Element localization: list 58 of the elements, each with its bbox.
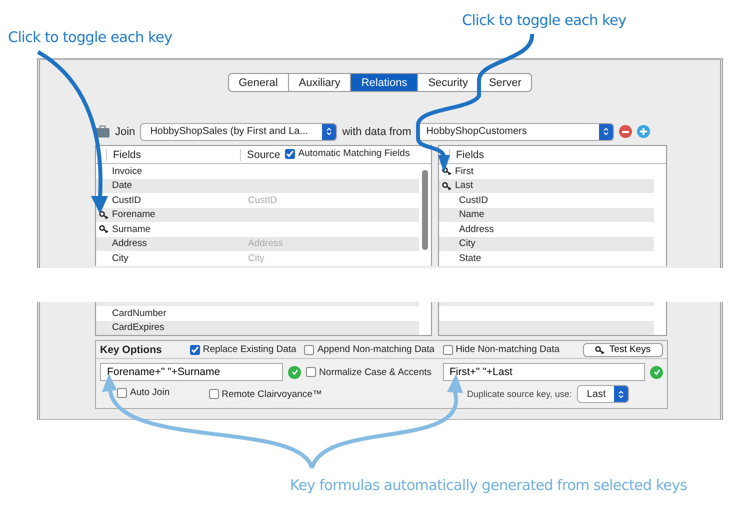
join-label: Join <box>115 126 136 138</box>
field-name: Address <box>112 238 148 250</box>
checkbox[interactable]: Auto Join <box>117 387 170 398</box>
field-name: Forename <box>112 209 156 220</box>
key-icon[interactable] <box>99 225 109 234</box>
add-icon[interactable] <box>637 125 650 138</box>
field-name: CustID <box>112 194 142 206</box>
section-title: Key Options <box>100 344 162 356</box>
checkbox[interactable]: Replace Existing Data <box>190 344 296 355</box>
column-header: Fields <box>106 148 240 160</box>
tab[interactable]: General <box>228 73 289 92</box>
key-icon[interactable] <box>595 346 606 354</box>
checkmark-icon <box>286 150 294 158</box>
duplicate-select[interactable]: Last <box>576 385 629 403</box>
callout-text: Click to toggle each key <box>462 13 626 29</box>
source-field: Address <box>248 238 283 250</box>
field-name: Last <box>455 180 473 192</box>
field-name: City <box>459 238 476 250</box>
field-name: CardExpires <box>112 322 166 334</box>
tab[interactable]: Relations <box>351 73 418 92</box>
source-field: CustID <box>248 194 278 206</box>
field-name: First <box>455 166 474 177</box>
duplicate-key-label: Duplicate source key, use: <box>466 389 572 399</box>
checkbox[interactable]: Hide Non-matching Data <box>442 344 560 355</box>
tab[interactable]: Server <box>478 73 532 92</box>
checkbox[interactable]: Remote Clairvoyance™ <box>208 388 322 400</box>
remove-icon[interactable] <box>619 125 632 138</box>
field-name: Name <box>459 209 484 220</box>
callout-text: Click to toggle each key <box>8 30 172 46</box>
field-name: Invoice <box>112 166 144 177</box>
key-icon[interactable] <box>99 210 109 219</box>
checkbox[interactable]: Automatic Matching Fields <box>285 148 410 160</box>
tab[interactable]: Security <box>418 73 479 92</box>
column-header: Source <box>240 148 280 160</box>
formula-field[interactable]: Forename+" "+Surname <box>100 363 284 381</box>
field-name: CardNumber <box>112 308 168 319</box>
checkmark-icon <box>190 346 199 354</box>
scrollbar[interactable] <box>422 170 428 250</box>
field-name: CustID <box>459 194 488 206</box>
field-name: State <box>459 252 482 264</box>
stepper-icon[interactable] <box>614 386 628 402</box>
key-icon[interactable] <box>442 182 452 190</box>
callout-text: Key formulas automatically generated from selected keys <box>290 478 688 494</box>
checkbox[interactable]: Normalize Case & Accents <box>306 366 432 378</box>
field-name: Date <box>112 180 134 192</box>
test-keys-button[interactable]: Test Keys <box>583 342 663 356</box>
field-name: Surname <box>112 224 152 235</box>
checkbox[interactable]: Append Non-matching Data <box>304 344 435 355</box>
field-name: City <box>112 252 130 264</box>
key-icon[interactable] <box>442 167 452 176</box>
stepper-icon[interactable] <box>322 124 336 140</box>
stepper-icon[interactable] <box>599 124 614 140</box>
field-name: Address <box>459 224 494 235</box>
tab[interactable]: Auxiliary <box>288 73 352 92</box>
source-field: City <box>248 252 264 264</box>
formula-field[interactable]: First+" "+Last <box>442 363 645 381</box>
with-data-label: with data from <box>342 126 412 138</box>
source-select[interactable]: HobbyShopSales (by First and La... <box>140 122 338 140</box>
